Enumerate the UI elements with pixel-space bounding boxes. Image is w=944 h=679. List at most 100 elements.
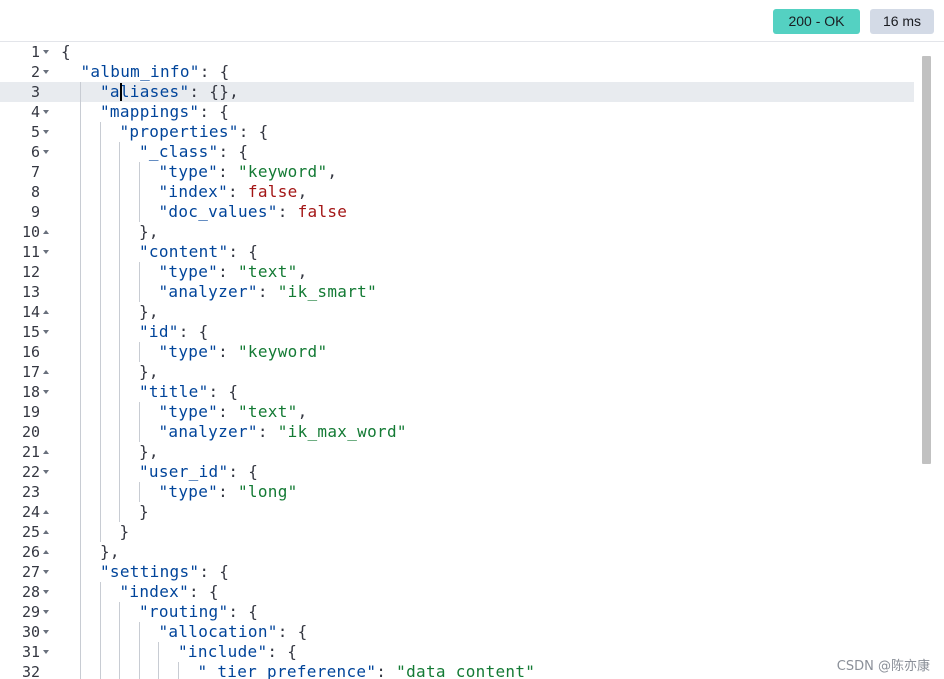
code-line[interactable]: 14}, (0, 302, 914, 322)
indent-guide (99, 322, 101, 342)
code-text: "_tier_preference": "data_content" (198, 662, 536, 679)
code-line[interactable]: 5 "properties": { (0, 122, 914, 142)
code-line[interactable]: 17}, (0, 362, 914, 382)
code-line[interactable]: 27 "settings": { (0, 562, 914, 582)
json-punct: , (327, 162, 338, 181)
code-text: "content": { (139, 242, 258, 262)
indent-guide (119, 622, 120, 642)
code-line[interactable]: 28 "index": { (0, 582, 914, 602)
fold-end-icon[interactable] (43, 310, 49, 314)
code-line[interactable]: 15 "id": { (0, 322, 914, 342)
json-punct: : { (208, 382, 239, 401)
fold-collapse-icon[interactable] (43, 390, 49, 394)
code-line[interactable]: 1{ (0, 42, 914, 62)
json-key: "type" (158, 162, 219, 181)
code-line[interactable]: 3 "aliases": {}, (0, 82, 914, 102)
json-punct: : { (277, 622, 308, 641)
indent-guide (99, 642, 101, 662)
json-key: "index" (119, 582, 190, 601)
code-text: { (61, 42, 71, 62)
indent-guide (119, 402, 120, 422)
fold-collapse-icon[interactable] (43, 470, 49, 474)
code-line[interactable]: 12 "type": "text", (0, 262, 914, 282)
fold-collapse-icon[interactable] (43, 330, 49, 334)
code-line[interactable]: 11 "content": { (0, 242, 914, 262)
code-line[interactable]: 7 "type": "keyword", (0, 162, 914, 182)
fold-end-icon[interactable] (43, 510, 49, 514)
watermark: CSDN @陈亦康 (836, 659, 930, 674)
code-line[interactable]: 29 "routing": { (0, 602, 914, 622)
indent-guide (119, 602, 120, 622)
code-line[interactable]: 13 "analyzer": "ik_smart" (0, 282, 914, 302)
json-boolean: false (247, 182, 298, 201)
fold-collapse-icon[interactable] (43, 130, 49, 134)
response-header-bar: 200 - OK 16 ms (0, 0, 944, 42)
code-line[interactable]: 2 "album_info": { (0, 62, 914, 82)
fold-end-icon[interactable] (43, 450, 49, 454)
json-punct: , (297, 402, 308, 421)
code-line[interactable]: 24} (0, 502, 914, 522)
fold-collapse-icon[interactable] (43, 110, 49, 114)
indent-guide (99, 222, 101, 242)
fold-collapse-icon[interactable] (43, 610, 49, 614)
code-text: "type": "text", (159, 262, 308, 282)
json-key: "index" (158, 182, 229, 201)
fold-end-icon[interactable] (43, 550, 49, 554)
json-punct: : (277, 202, 298, 221)
fold-collapse-icon[interactable] (43, 650, 49, 654)
vertical-scrollbar-thumb[interactable] (922, 56, 931, 464)
code-line[interactable]: 32 "_tier_preference": "data_content" (0, 662, 914, 679)
line-number: 9 (30, 203, 40, 221)
indent-guide (119, 342, 120, 362)
indent-guide (99, 142, 101, 162)
json-punct: : (218, 342, 238, 361)
fold-collapse-icon[interactable] (43, 570, 49, 574)
json-punct: : (376, 662, 397, 679)
json-punct: : { (218, 142, 249, 161)
fold-end-icon[interactable] (43, 530, 49, 534)
json-punct: , (297, 182, 308, 201)
fold-end-icon[interactable] (43, 230, 49, 234)
indent-guide (119, 362, 120, 382)
line-number: 30 (21, 623, 40, 641)
fold-collapse-icon[interactable] (43, 630, 49, 634)
code-line[interactable]: 18 "title": { (0, 382, 914, 402)
fold-collapse-icon[interactable] (43, 590, 49, 594)
code-line[interactable]: 25} (0, 522, 914, 542)
code-line[interactable]: 30 "allocation": { (0, 622, 914, 642)
code-line[interactable]: 21}, (0, 442, 914, 462)
code-line[interactable]: 4 "mappings": { (0, 102, 914, 122)
fold-collapse-icon[interactable] (43, 250, 49, 254)
code-line[interactable]: 16 "type": "keyword" (0, 342, 914, 362)
code-line[interactable]: 8 "index": false, (0, 182, 914, 202)
code-line[interactable]: 6 "_class": { (0, 142, 914, 162)
fold-collapse-icon[interactable] (43, 150, 49, 154)
code-line[interactable]: 31 "include": { (0, 642, 914, 662)
code-line[interactable]: 26}, (0, 542, 914, 562)
code-text: "index": false, (159, 182, 308, 202)
code-line[interactable]: 23 "type": "long" (0, 482, 914, 502)
fold-collapse-icon[interactable] (43, 70, 49, 74)
indent-guide (99, 122, 101, 142)
line-number: 12 (21, 263, 40, 281)
code-line[interactable]: 19 "type": "text", (0, 402, 914, 422)
code-line[interactable]: 22 "user_id": { (0, 462, 914, 482)
indent-guide (80, 642, 81, 662)
code-line[interactable]: 20 "analyzer": "ik_max_word" (0, 422, 914, 442)
response-json-editor[interactable]: 1{2 "album_info": {3 "aliases": {}, 4 "mappi… (0, 42, 944, 679)
code-line[interactable]: 9 "doc_values": false (0, 202, 914, 222)
json-key: "allocation" (158, 622, 278, 641)
code-line[interactable]: 10}, (0, 222, 914, 242)
indent-guide (99, 582, 101, 602)
indent-guide (138, 202, 140, 222)
json-key: "properties" (119, 122, 239, 141)
indent-guide (138, 422, 140, 442)
line-number: 3 (30, 83, 40, 101)
indent-guide (99, 402, 101, 422)
json-punct: } (119, 522, 130, 541)
line-number: 14 (21, 303, 40, 321)
fold-end-icon[interactable] (43, 370, 49, 374)
json-key: "doc_values" (158, 202, 278, 221)
json-punct: }, (139, 222, 159, 241)
fold-collapse-icon[interactable] (43, 50, 49, 54)
